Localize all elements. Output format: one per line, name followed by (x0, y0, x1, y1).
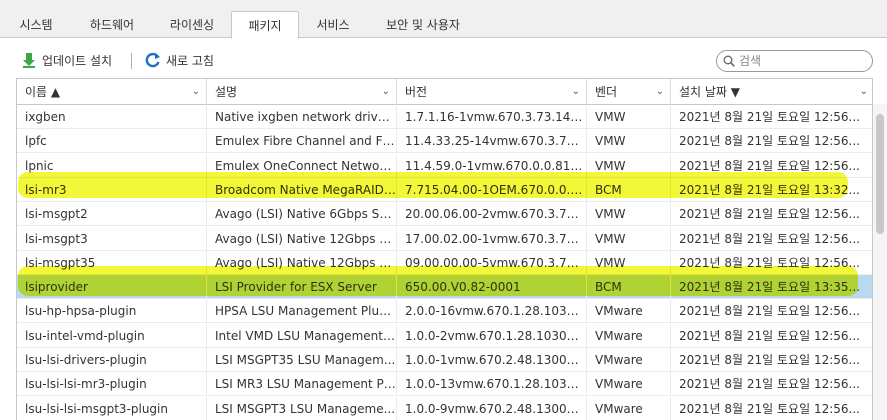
cell-version: 20.00.06.00-2vmw.670.3.73.1... (397, 202, 587, 227)
cell-version: 17.00.02.00-1vmw.670.3.73.1... (397, 226, 587, 251)
cell-version: 1.0.0-1vmw.670.2.48.13006603 (397, 348, 587, 372)
tab-security-users[interactable]: 보안 및 사용자 (370, 10, 476, 38)
table-row[interactable]: lsu-lsi-lsi-mr3-plugin LSI MR3 LSU Manage… (17, 372, 872, 397)
cell-vendor: VMW (587, 226, 671, 251)
packages-table: 이름 ▲ ⌄ 설명 ⌄ 버전 ⌄ 벤더 ⌄ 설치 날짜 ▼ ⌄ ixgben Na… (16, 78, 873, 420)
tab-packages[interactable]: 패키지 (231, 11, 299, 39)
highlighter-mark (18, 172, 848, 198)
cell-date: 2021년 8월 21일 토요일 12:56... (679, 134, 860, 149)
cell-name: ixgben (17, 105, 207, 129)
column-header-name[interactable]: 이름 ▲ ⌄ (17, 79, 207, 105)
cell-date: 2021년 8월 21일 토요일 12:56... (679, 304, 860, 319)
cell-name: lsu-lsi-drivers-plugin (17, 348, 207, 372)
cell-name: lsu-intel-vmd-plugin (17, 323, 207, 348)
cell-name: lsi-msgpt3 (17, 226, 207, 251)
cell-version: 11.4.33.25-14vmw.670.3.73.1... (397, 129, 587, 154)
cell-desc: HPSA LSU Management Plugin (207, 299, 397, 324)
install-update-label: 업데이트 설치 (42, 53, 113, 68)
table-row[interactable]: ixgben Native ixgben network driver f... 1… (17, 105, 872, 129)
table-row[interactable]: lsi-msgpt3 Avago (LSI) Native 12Gbps S...… (17, 226, 872, 251)
cell-desc: Avago (LSI) Native 6Gbps SA... (207, 202, 397, 227)
cell-name: lsi-msgpt2 (17, 202, 207, 227)
chevron-down-icon[interactable]: ⌄ (860, 79, 868, 105)
cell-desc: Native ixgben network driver f... (207, 105, 397, 129)
cell-desc: LSI MR3 LSU Management Pl... (207, 372, 397, 397)
cell-vendor: VMware (587, 323, 671, 348)
chevron-down-icon[interactable]: ⌄ (382, 79, 390, 105)
cell-date: 2021년 8월 21일 토요일 12:56... (679, 401, 860, 416)
cell-vendor: VMware (587, 372, 671, 397)
chevron-down-icon[interactable]: ⌄ (572, 79, 580, 105)
search-input[interactable] (739, 54, 859, 68)
cell-version: 1.0.0-13vmw.670.1.28.103026... (397, 372, 587, 397)
cell-desc: Emulex Fibre Channel and FC... (207, 129, 397, 154)
cell-date: 2021년 8월 21일 토요일 12:56... (679, 110, 860, 124)
install-update-button[interactable]: 업데이트 설치 (22, 51, 112, 69)
cell-version: 1.0.0-9vmw.670.2.48.13006603 (397, 396, 587, 420)
toolbar: 업데이트 설치 새로 고침 (0, 39, 887, 79)
cell-desc: Intel VMD LSU Management ... (207, 323, 397, 348)
table-row[interactable]: lsu-lsi-drivers-plugin LSI MSGPT35 LSU Ma… (17, 348, 872, 372)
cell-version: 1.0.0-2vmw.670.1.28.10302608 (397, 323, 587, 348)
highlighter-mark (18, 266, 858, 296)
cell-vendor: VMware (587, 348, 671, 372)
column-header-description[interactable]: 설명 ⌄ (207, 79, 397, 105)
table-row[interactable]: lsu-intel-vmd-plugin Intel VMD LSU Manage… (17, 323, 872, 348)
table-row[interactable]: lsi-msgpt2 Avago (LSI) Native 6Gbps SA...… (17, 202, 872, 227)
cell-vendor: VMware (587, 299, 671, 324)
column-header-vendor[interactable]: 벤더 ⌄ (587, 79, 671, 105)
tab-licensing[interactable]: 라이센싱 (154, 10, 230, 38)
cell-name: lsu-hp-hpsa-plugin (17, 299, 207, 324)
cell-vendor: VMW (587, 202, 671, 227)
table-header: 이름 ▲ ⌄ 설명 ⌄ 버전 ⌄ 벤더 ⌄ 설치 날짜 ▼ ⌄ (17, 79, 872, 105)
tab-bar: 시스템 하드웨어 라이센싱 패키지 서비스 보안 및 사용자 (0, 0, 887, 39)
toolbar-divider (131, 53, 132, 69)
vertical-scrollbar[interactable] (873, 104, 887, 420)
tab-hardware[interactable]: 하드웨어 (72, 10, 152, 38)
column-header-install-date[interactable]: 설치 날짜 ▼ ⌄ (671, 79, 872, 105)
cell-vendor: VMW (587, 129, 671, 154)
table-row[interactable]: lsu-lsi-lsi-msgpt3-plugin LSI MSGPT3 LSU … (17, 396, 872, 420)
cell-version: 1.7.1.16-1vmw.670.3.73.1432... (397, 105, 587, 129)
download-arrow-icon (22, 52, 36, 68)
cell-version: 2.0.0-16vmw.670.1.28.103026... (397, 299, 587, 324)
cell-date: 2021년 8월 21일 토요일 12:56... (679, 207, 860, 222)
search-icon (723, 55, 735, 67)
cell-date: 2021년 8월 21일 토요일 12:56... (679, 231, 860, 246)
cell-date: 2021년 8월 21일 토요일 12:56... (679, 328, 860, 343)
cell-date: 2021년 8월 21일 토요일 12:56... (679, 377, 860, 392)
cell-desc: LSI MSGPT35 LSU Managem... (207, 348, 397, 372)
cell-vendor: VMW (587, 105, 671, 129)
cell-name: lsu-lsi-lsi-mr3-plugin (17, 372, 207, 397)
table-row[interactable]: lpfc Emulex Fibre Channel and FC... 11.4.3… (17, 129, 872, 154)
chevron-down-icon[interactable]: ⌄ (656, 79, 664, 105)
column-header-version[interactable]: 버전 ⌄ (397, 79, 587, 105)
chevron-down-icon[interactable]: ⌄ (192, 79, 200, 105)
cell-desc: LSI MSGPT3 LSU Manageme... (207, 396, 397, 420)
refresh-button[interactable]: 새로 고침 (145, 51, 214, 69)
tab-system[interactable]: 시스템 (4, 10, 68, 38)
table-row[interactable]: lsu-hp-hpsa-plugin HPSA LSU Management Pl… (17, 299, 872, 324)
tab-services[interactable]: 서비스 (302, 10, 364, 38)
cell-vendor: VMware (587, 396, 671, 420)
cell-name: lpfc (17, 129, 207, 154)
cell-desc: Avago (LSI) Native 12Gbps S... (207, 226, 397, 251)
scrollbar-thumb[interactable] (876, 114, 884, 234)
refresh-label: 새로 고침 (166, 53, 214, 68)
refresh-icon (145, 52, 161, 68)
cell-name: lsu-lsi-lsi-msgpt3-plugin (17, 396, 207, 420)
cell-date: 2021년 8월 21일 토요일 12:56... (679, 353, 860, 367)
search-box[interactable] (716, 50, 873, 72)
